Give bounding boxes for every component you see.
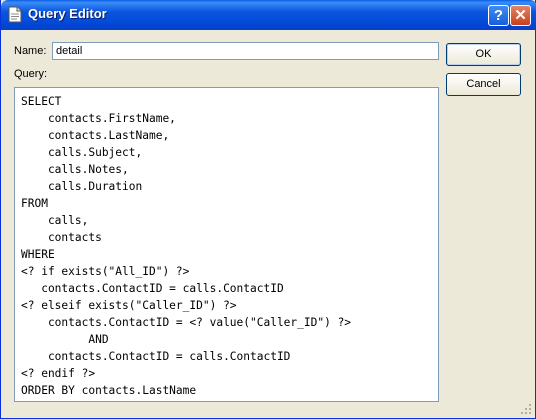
ok-button[interactable]: OK — [446, 43, 521, 66]
query-editor-window: Query Editor ? ✕ Name: Query: SELECT con… — [0, 0, 536, 419]
query-textarea[interactable]: SELECT contacts.FirstName, contacts.Last… — [14, 87, 439, 402]
help-button[interactable]: ? — [488, 5, 509, 26]
title-bar[interactable]: Query Editor ? ✕ — [1, 0, 536, 30]
query-label: Query: — [14, 68, 48, 80]
name-label: Name: — [14, 45, 47, 57]
document-icon — [8, 6, 22, 23]
query-text: SELECT contacts.FirstName, contacts.Last… — [21, 95, 352, 397]
close-button[interactable]: ✕ — [510, 5, 531, 26]
help-icon: ? — [493, 7, 504, 24]
resize-grip-icon[interactable] — [520, 403, 532, 415]
close-icon: ✕ — [514, 7, 527, 24]
cancel-button[interactable]: Cancel — [446, 73, 521, 96]
window-title: Query Editor — [28, 6, 107, 21]
name-input[interactable] — [52, 42, 439, 60]
